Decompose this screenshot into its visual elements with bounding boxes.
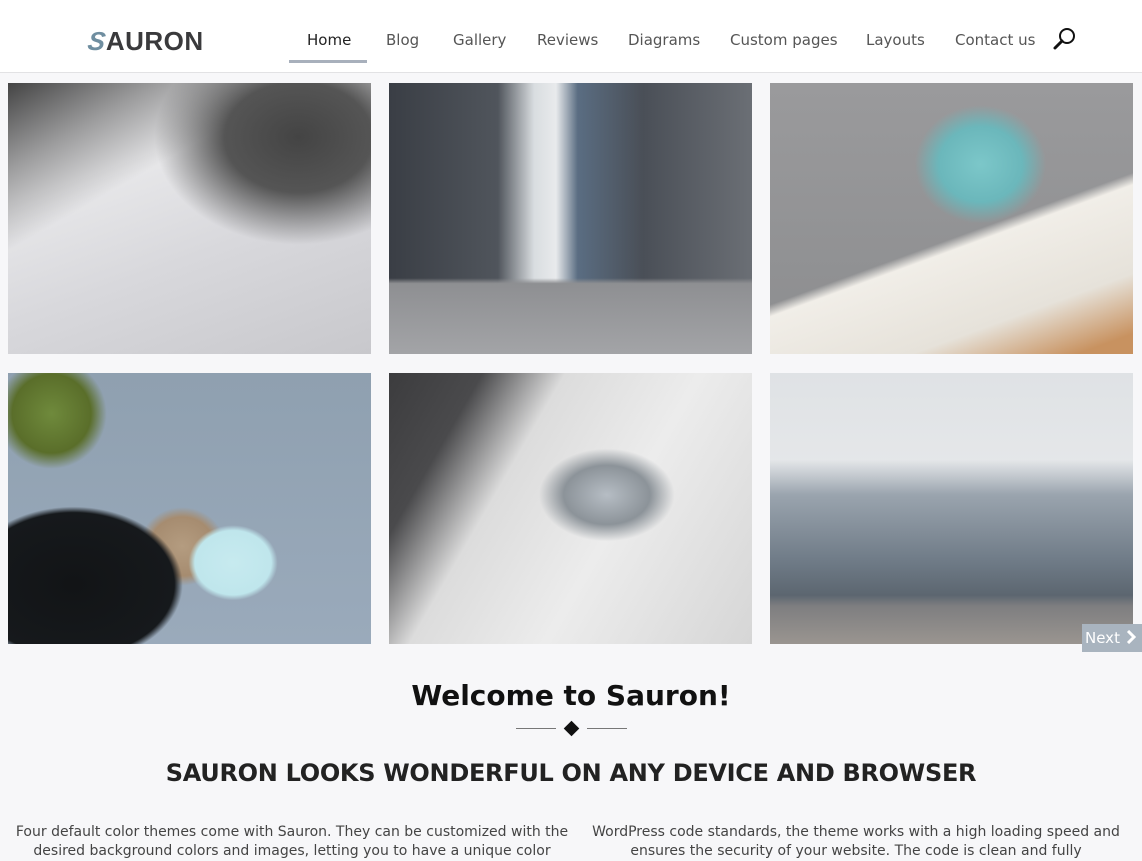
section-tagline: SAURON LOOKS WONDERFUL ON ANY DEVICE AND… (165, 759, 977, 787)
nav-custom-pages[interactable]: Custom pages (730, 30, 838, 50)
gallery-image[interactable] (770, 83, 1133, 354)
nav-reviews[interactable]: Reviews (537, 30, 598, 50)
feature-text-right: WordPress code standards, the theme work… (592, 824, 1120, 859)
search-icon[interactable] (1052, 26, 1078, 52)
nav-blog[interactable]: Blog (386, 30, 419, 50)
next-label: Next (1085, 629, 1120, 647)
nav-contact-us[interactable]: Contact us (955, 30, 1035, 50)
gallery-image[interactable] (770, 373, 1133, 644)
nav-home[interactable]: Home (307, 30, 351, 50)
section-divider (516, 720, 627, 737)
chevron-right-icon (1125, 629, 1137, 647)
nav-gallery[interactable]: Gallery (453, 30, 506, 50)
diamond-icon (563, 720, 580, 737)
logo-text: AURON (105, 26, 204, 56)
divider-line (587, 728, 627, 729)
site-header: SAURON Home Blog Gallery Reviews Diagram… (0, 0, 1142, 73)
feature-text-left: Four default color themes come with Saur… (15, 824, 569, 859)
logo-s-mark: S (85, 26, 108, 56)
next-button[interactable]: Next (1082, 624, 1142, 652)
gallery-image[interactable] (389, 373, 752, 644)
gallery-image[interactable] (8, 373, 371, 644)
welcome-title: Welcome to Sauron! (411, 679, 731, 712)
divider-line (516, 728, 556, 729)
nav-diagrams[interactable]: Diagrams (628, 30, 700, 50)
nav-layouts[interactable]: Layouts (866, 30, 925, 50)
active-nav-indicator (289, 60, 367, 63)
site-logo[interactable]: SAURON (85, 26, 204, 56)
gallery-image[interactable] (389, 83, 752, 354)
gallery-image[interactable] (8, 83, 371, 354)
